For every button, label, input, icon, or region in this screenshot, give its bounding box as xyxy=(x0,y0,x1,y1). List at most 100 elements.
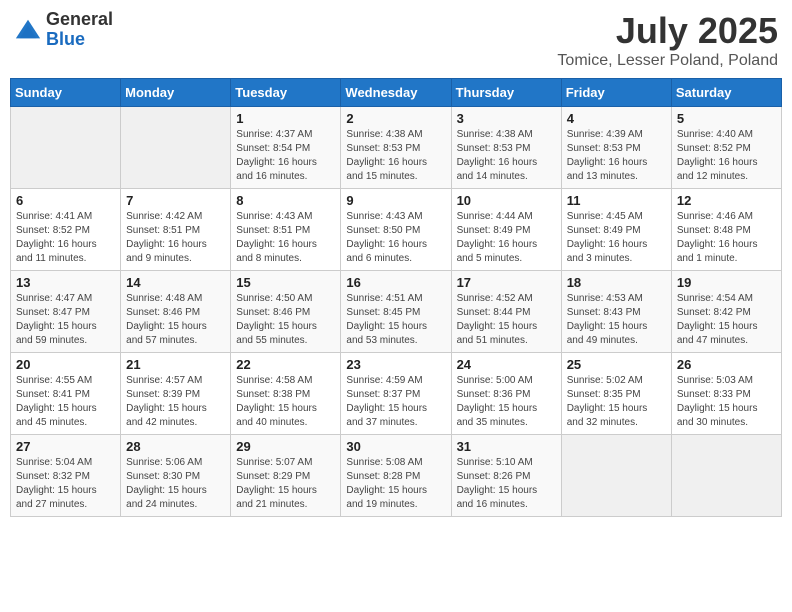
day-number: 20 xyxy=(16,357,115,372)
day-number: 16 xyxy=(346,275,445,290)
calendar-cell: 9Sunrise: 4:43 AMSunset: 8:50 PMDaylight… xyxy=(341,189,451,271)
day-info: Sunrise: 4:52 AMSunset: 8:44 PMDaylight:… xyxy=(457,292,556,348)
day-info: Sunrise: 5:04 AMSunset: 8:32 PMDaylight:… xyxy=(16,456,115,512)
weekday-header: Sunday xyxy=(11,79,121,107)
day-number: 3 xyxy=(457,111,556,126)
calendar-cell: 15Sunrise: 4:50 AMSunset: 8:46 PMDayligh… xyxy=(231,271,341,353)
day-info: Sunrise: 4:37 AMSunset: 8:54 PMDaylight:… xyxy=(236,128,335,184)
day-info: Sunrise: 4:44 AMSunset: 8:49 PMDaylight:… xyxy=(457,210,556,266)
title-block: July 2025 Tomice, Lesser Poland, Poland xyxy=(557,10,778,70)
day-number: 28 xyxy=(126,439,225,454)
calendar-cell: 2Sunrise: 4:38 AMSunset: 8:53 PMDaylight… xyxy=(341,107,451,189)
day-number: 22 xyxy=(236,357,335,372)
day-info: Sunrise: 4:46 AMSunset: 8:48 PMDaylight:… xyxy=(677,210,776,266)
day-info: Sunrise: 5:06 AMSunset: 8:30 PMDaylight:… xyxy=(126,456,225,512)
title-month: July 2025 xyxy=(557,10,778,52)
calendar-cell: 30Sunrise: 5:08 AMSunset: 8:28 PMDayligh… xyxy=(341,435,451,517)
calendar-cell: 24Sunrise: 5:00 AMSunset: 8:36 PMDayligh… xyxy=(451,353,561,435)
calendar-cell: 31 Sunrise: 5:10 AMSunset: 8:26 PMDayligh… xyxy=(451,435,561,517)
day-info: Sunrise: 5:10 AMSunset: 8:26 PMDaylight:… xyxy=(457,456,556,512)
day-info: Sunrise: 5:07 AMSunset: 8:29 PMDaylight:… xyxy=(236,456,335,512)
weekday-header: Wednesday xyxy=(341,79,451,107)
calendar-week-row: 27Sunrise: 5:04 AMSunset: 8:32 PMDayligh… xyxy=(11,435,782,517)
calendar-cell: 3 Sunrise: 4:38 AMSunset: 8:53 PMDaylight… xyxy=(451,107,561,189)
day-info: Sunrise: 4:57 AMSunset: 8:39 PMDaylight:… xyxy=(126,374,225,430)
day-info: Sunrise: 4:48 AMSunset: 8:46 PMDaylight:… xyxy=(126,292,225,348)
day-number: 10 xyxy=(457,193,556,208)
day-number: 1 xyxy=(236,111,335,126)
logo-text: General Blue xyxy=(46,10,113,50)
day-number: 2 xyxy=(346,111,445,126)
weekday-header: Monday xyxy=(121,79,231,107)
day-number: 23 xyxy=(346,357,445,372)
day-number: 26 xyxy=(677,357,776,372)
calendar-cell: 12 Sunrise: 4:46 AMSunset: 8:48 PMDayligh… xyxy=(671,189,781,271)
day-number: 24 xyxy=(457,357,556,372)
calendar-cell: 29Sunrise: 5:07 AMSunset: 8:29 PMDayligh… xyxy=(231,435,341,517)
calendar-cell: 10 Sunrise: 4:44 AMSunset: 8:49 PMDayligh… xyxy=(451,189,561,271)
page-header: General Blue July 2025 Tomice, Lesser Po… xyxy=(10,10,782,70)
calendar-cell: 14 Sunrise: 4:48 AMSunset: 8:46 PMDayligh… xyxy=(121,271,231,353)
calendar-cell: 27Sunrise: 5:04 AMSunset: 8:32 PMDayligh… xyxy=(11,435,121,517)
day-info: Sunrise: 4:58 AMSunset: 8:38 PMDaylight:… xyxy=(236,374,335,430)
day-number: 6 xyxy=(16,193,115,208)
calendar-cell xyxy=(11,107,121,189)
weekday-header-row: SundayMondayTuesdayWednesdayThursdayFrid… xyxy=(11,79,782,107)
day-number: 21 xyxy=(126,357,225,372)
calendar-cell: 7 Sunrise: 4:42 AMSunset: 8:51 PMDaylight… xyxy=(121,189,231,271)
calendar-cell: 26 Sunrise: 5:03 AMSunset: 8:33 PMDayligh… xyxy=(671,353,781,435)
day-number: 11 xyxy=(567,193,666,208)
calendar-table: SundayMondayTuesdayWednesdayThursdayFrid… xyxy=(10,78,782,517)
day-number: 4 xyxy=(567,111,666,126)
calendar-cell: 8Sunrise: 4:43 AMSunset: 8:51 PMDaylight… xyxy=(231,189,341,271)
calendar-week-row: 1 Sunrise: 4:37 AMSunset: 8:54 PMDaylight… xyxy=(11,107,782,189)
calendar-cell: 22 Sunrise: 4:58 AMSunset: 8:38 PMDayligh… xyxy=(231,353,341,435)
weekday-header: Saturday xyxy=(671,79,781,107)
calendar-week-row: 6 Sunrise: 4:41 AMSunset: 8:52 PMDaylight… xyxy=(11,189,782,271)
day-number: 9 xyxy=(346,193,445,208)
calendar-week-row: 13Sunrise: 4:47 AMSunset: 8:47 PMDayligh… xyxy=(11,271,782,353)
calendar-cell: 18 Sunrise: 4:53 AMSunset: 8:43 PMDayligh… xyxy=(561,271,671,353)
calendar-cell: 6 Sunrise: 4:41 AMSunset: 8:52 PMDaylight… xyxy=(11,189,121,271)
day-info: Sunrise: 5:02 AMSunset: 8:35 PMDaylight:… xyxy=(567,374,666,430)
day-info: Sunrise: 4:40 AMSunset: 8:52 PMDaylight:… xyxy=(677,128,776,184)
calendar-cell: 28 Sunrise: 5:06 AMSunset: 8:30 PMDayligh… xyxy=(121,435,231,517)
day-number: 12 xyxy=(677,193,776,208)
day-info: Sunrise: 4:42 AMSunset: 8:51 PMDaylight:… xyxy=(126,210,225,266)
day-number: 14 xyxy=(126,275,225,290)
calendar-cell: 19Sunrise: 4:54 AMSunset: 8:42 PMDayligh… xyxy=(671,271,781,353)
day-info: Sunrise: 4:51 AMSunset: 8:45 PMDaylight:… xyxy=(346,292,445,348)
logo-icon xyxy=(14,16,42,44)
calendar-cell: 1 Sunrise: 4:37 AMSunset: 8:54 PMDaylight… xyxy=(231,107,341,189)
calendar-cell: 20 Sunrise: 4:55 AMSunset: 8:41 PMDayligh… xyxy=(11,353,121,435)
calendar-cell xyxy=(121,107,231,189)
calendar-cell: 17 Sunrise: 4:52 AMSunset: 8:44 PMDayligh… xyxy=(451,271,561,353)
weekday-header: Tuesday xyxy=(231,79,341,107)
day-info: Sunrise: 4:43 AMSunset: 8:51 PMDaylight:… xyxy=(236,210,335,266)
title-location: Tomice, Lesser Poland, Poland xyxy=(557,52,778,70)
calendar-cell xyxy=(671,435,781,517)
calendar-cell: 16 Sunrise: 4:51 AMSunset: 8:45 PMDayligh… xyxy=(341,271,451,353)
day-number: 19 xyxy=(677,275,776,290)
day-info: Sunrise: 4:41 AMSunset: 8:52 PMDaylight:… xyxy=(16,210,115,266)
day-number: 5 xyxy=(677,111,776,126)
calendar-cell: 23Sunrise: 4:59 AMSunset: 8:37 PMDayligh… xyxy=(341,353,451,435)
day-number: 7 xyxy=(126,193,225,208)
calendar-cell xyxy=(561,435,671,517)
calendar-cell: 4Sunrise: 4:39 AMSunset: 8:53 PMDaylight… xyxy=(561,107,671,189)
day-info: Sunrise: 4:45 AMSunset: 8:49 PMDaylight:… xyxy=(567,210,666,266)
day-number: 18 xyxy=(567,275,666,290)
calendar-cell: 25Sunrise: 5:02 AMSunset: 8:35 PMDayligh… xyxy=(561,353,671,435)
logo: General Blue xyxy=(14,10,113,50)
day-number: 17 xyxy=(457,275,556,290)
day-info: Sunrise: 4:53 AMSunset: 8:43 PMDaylight:… xyxy=(567,292,666,348)
day-info: Sunrise: 5:08 AMSunset: 8:28 PMDaylight:… xyxy=(346,456,445,512)
day-info: Sunrise: 5:03 AMSunset: 8:33 PMDaylight:… xyxy=(677,374,776,430)
logo-blue: Blue xyxy=(46,30,113,50)
day-info: Sunrise: 4:55 AMSunset: 8:41 PMDaylight:… xyxy=(16,374,115,430)
day-info: Sunrise: 4:47 AMSunset: 8:47 PMDaylight:… xyxy=(16,292,115,348)
day-number: 31 xyxy=(457,439,556,454)
logo-general: General xyxy=(46,10,113,30)
weekday-header: Friday xyxy=(561,79,671,107)
day-info: Sunrise: 4:38 AMSunset: 8:53 PMDaylight:… xyxy=(457,128,556,184)
